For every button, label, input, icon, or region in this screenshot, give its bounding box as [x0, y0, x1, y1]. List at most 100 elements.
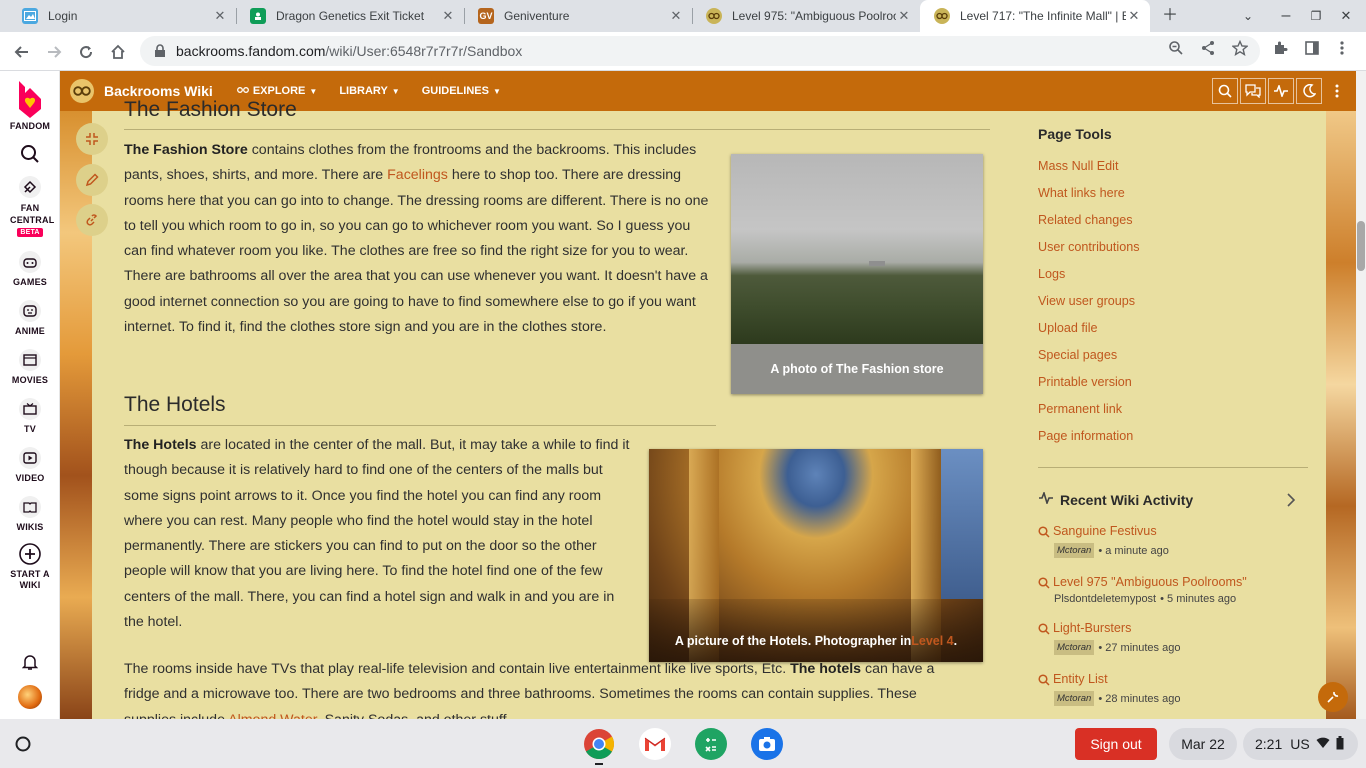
rail-item-tv[interactable]: TV — [0, 398, 60, 434]
tab-level-975[interactable]: Level 975: "Ambiguous Poolrooms" | B ✕ — [692, 0, 920, 32]
home-icon[interactable] — [106, 40, 130, 64]
page-tool-link[interactable]: Mass Null Edit — [1038, 159, 1118, 173]
notifications-button[interactable] — [0, 651, 60, 677]
browser-toolbar: backrooms.fandom.com/wiki/User:6548r7r7r… — [0, 32, 1366, 71]
nav-library[interactable]: LIBRARY ▼ — [339, 85, 399, 97]
close-icon[interactable]: ✕ — [668, 8, 684, 24]
close-icon[interactable]: ✕ — [212, 8, 228, 24]
rail-label: VIDEO — [15, 473, 45, 483]
new-tab-plus-icon[interactable]: ＋ — [1160, 6, 1180, 26]
rail-item-video[interactable]: VIDEO — [0, 447, 60, 483]
rail-item-start-a-wiki[interactable]: START A WIKI — [0, 543, 60, 591]
recent-activity-link[interactable]: Level 975 "Ambiguous Poolrooms" — [1053, 575, 1247, 589]
page-tool-link[interactable]: View user groups — [1038, 294, 1135, 308]
page-tool-link[interactable]: Logs — [1038, 267, 1065, 281]
discussions-button[interactable] — [1240, 78, 1266, 104]
launcher-button[interactable] — [12, 733, 34, 755]
chrome-menu-icon[interactable] — [1333, 39, 1351, 57]
recent-changes-button[interactable] — [1268, 78, 1294, 104]
zoom-icon[interactable] — [1167, 39, 1185, 57]
copy-link-button[interactable] — [76, 204, 108, 236]
share-icon[interactable] — [1199, 39, 1217, 57]
figure-caption: A photo of The Fashion store — [731, 344, 983, 394]
tab-dragon-genetics[interactable]: Dragon Genetics Exit Ticket ✕ — [236, 0, 464, 32]
page-scrollbar-thumb[interactable] — [1357, 221, 1365, 271]
page-tool-link[interactable]: Special pages — [1038, 348, 1117, 362]
collapse-button[interactable] — [76, 123, 108, 155]
facelings-link[interactable]: Facelings — [387, 167, 448, 183]
recent-activity-link[interactable]: Entity List — [1053, 672, 1108, 686]
book-icon — [19, 496, 41, 518]
close-icon[interactable]: ✕ — [440, 8, 456, 24]
page-tool-link[interactable]: Permanent link — [1038, 402, 1122, 416]
caret-down-icon: ▼ — [492, 86, 501, 96]
chrome-app-button[interactable] — [583, 728, 615, 760]
section-heading-hotels: The Hotels — [124, 393, 226, 416]
gamepad-icon — [19, 251, 41, 273]
rail-item-fan-central[interactable]: FAN CENTRAL BETA — [0, 176, 60, 237]
hotels-figure: A picture of the Hotels. Photographer in… — [649, 449, 983, 662]
recent-activity-link[interactable]: Light-Bursters — [1053, 621, 1131, 635]
sign-out-button[interactable]: Sign out — [1075, 728, 1157, 760]
page-tool-link[interactable]: Page information — [1038, 429, 1133, 443]
forward-arrow-icon[interactable] — [42, 40, 66, 64]
user-badge[interactable]: Mctoran — [1054, 543, 1095, 558]
fashion-store-photo[interactable] — [731, 154, 983, 344]
user-avatar-button[interactable] — [0, 685, 60, 709]
activity-icon — [1274, 85, 1288, 97]
user-badge[interactable]: Mctoran — [1054, 691, 1095, 706]
backrooms-logo-icon[interactable] — [70, 79, 94, 103]
camera-app-button[interactable] — [751, 728, 783, 760]
date-tray[interactable]: Mar 22 — [1169, 728, 1237, 760]
wiki-name[interactable]: Backrooms Wiki — [104, 83, 213, 99]
user-badge[interactable]: Mctoran — [1054, 640, 1095, 655]
recent-activity-link[interactable]: Sanguine Festivus — [1053, 524, 1157, 538]
edit-button[interactable] — [76, 164, 108, 196]
extensions-puzzle-icon[interactable] — [1271, 39, 1289, 57]
paragraph-text: are located in the center of the mall. B… — [124, 437, 630, 631]
page-tool-link[interactable]: Printable version — [1038, 375, 1132, 389]
sheets-app-button[interactable] — [695, 728, 727, 760]
tab-level-717[interactable]: Level 717: "The Infinite Mall" | B ✕ — [920, 0, 1150, 32]
side-panel-icon[interactable] — [1303, 39, 1321, 57]
address-bar[interactable]: backrooms.fandom.com/wiki/User:6548r7r7r… — [140, 36, 1260, 66]
gmail-app-button[interactable] — [639, 728, 671, 760]
close-icon[interactable]: ✕ — [896, 8, 912, 24]
fandom-search[interactable] — [0, 143, 60, 169]
minimize-icon[interactable]: – — [1276, 6, 1296, 26]
status-tray[interactable]: 2:21 US — [1243, 728, 1358, 760]
nav-label: GUIDELINES — [421, 85, 489, 97]
search-icon — [1038, 622, 1050, 635]
rail-item-anime[interactable]: ANIME — [0, 300, 60, 336]
page-tool-link[interactable]: Related changes — [1038, 213, 1133, 227]
tab-login[interactable]: Login ✕ — [8, 0, 236, 32]
wiki-search-button[interactable] — [1212, 78, 1238, 104]
close-icon[interactable]: ✕ — [1126, 8, 1142, 24]
rail-item-movies[interactable]: MOVIES — [0, 349, 60, 385]
nav-guidelines[interactable]: GUIDELINES ▼ — [422, 85, 501, 97]
dark-mode-button[interactable] — [1296, 78, 1322, 104]
page-tool-link[interactable]: Upload file — [1038, 321, 1098, 335]
bookmark-star-icon[interactable] — [1231, 39, 1249, 57]
tab-search-chevron-icon[interactable]: ⌄ — [1238, 6, 1258, 26]
page-scrollbar-track[interactable] — [1356, 71, 1366, 719]
bell-icon — [19, 651, 41, 673]
rail-item-games[interactable]: GAMES — [0, 251, 60, 287]
wiki-more-button[interactable] — [1324, 78, 1350, 104]
page-tool-link[interactable]: What links here — [1038, 186, 1125, 200]
close-window-icon[interactable]: ✕ — [1336, 6, 1356, 26]
recent-activity-next-button[interactable] — [1280, 489, 1302, 511]
tab-geniventure[interactable]: GV Geniventure ✕ — [464, 0, 692, 32]
page-tool-link[interactable]: User contributions — [1038, 240, 1140, 254]
restore-icon[interactable]: ❐ — [1306, 6, 1326, 26]
fandom-logo[interactable]: FANDOM — [0, 79, 60, 131]
activity-user[interactable]: Plsdontdeletemypost — [1054, 593, 1156, 605]
fandom-tools-button[interactable] — [1318, 682, 1348, 712]
hotels-paragraph: The Hotels are located in the center of … — [124, 433, 632, 635]
login-favicon-icon — [22, 8, 38, 24]
level-4-link[interactable]: Level 4 — [911, 634, 953, 648]
reload-icon[interactable] — [74, 40, 98, 64]
rail-item-wikis[interactable]: WIKIS — [0, 496, 60, 532]
nav-explore[interactable]: EXPLORE ▼ — [236, 85, 317, 98]
back-arrow-icon[interactable] — [10, 40, 34, 64]
